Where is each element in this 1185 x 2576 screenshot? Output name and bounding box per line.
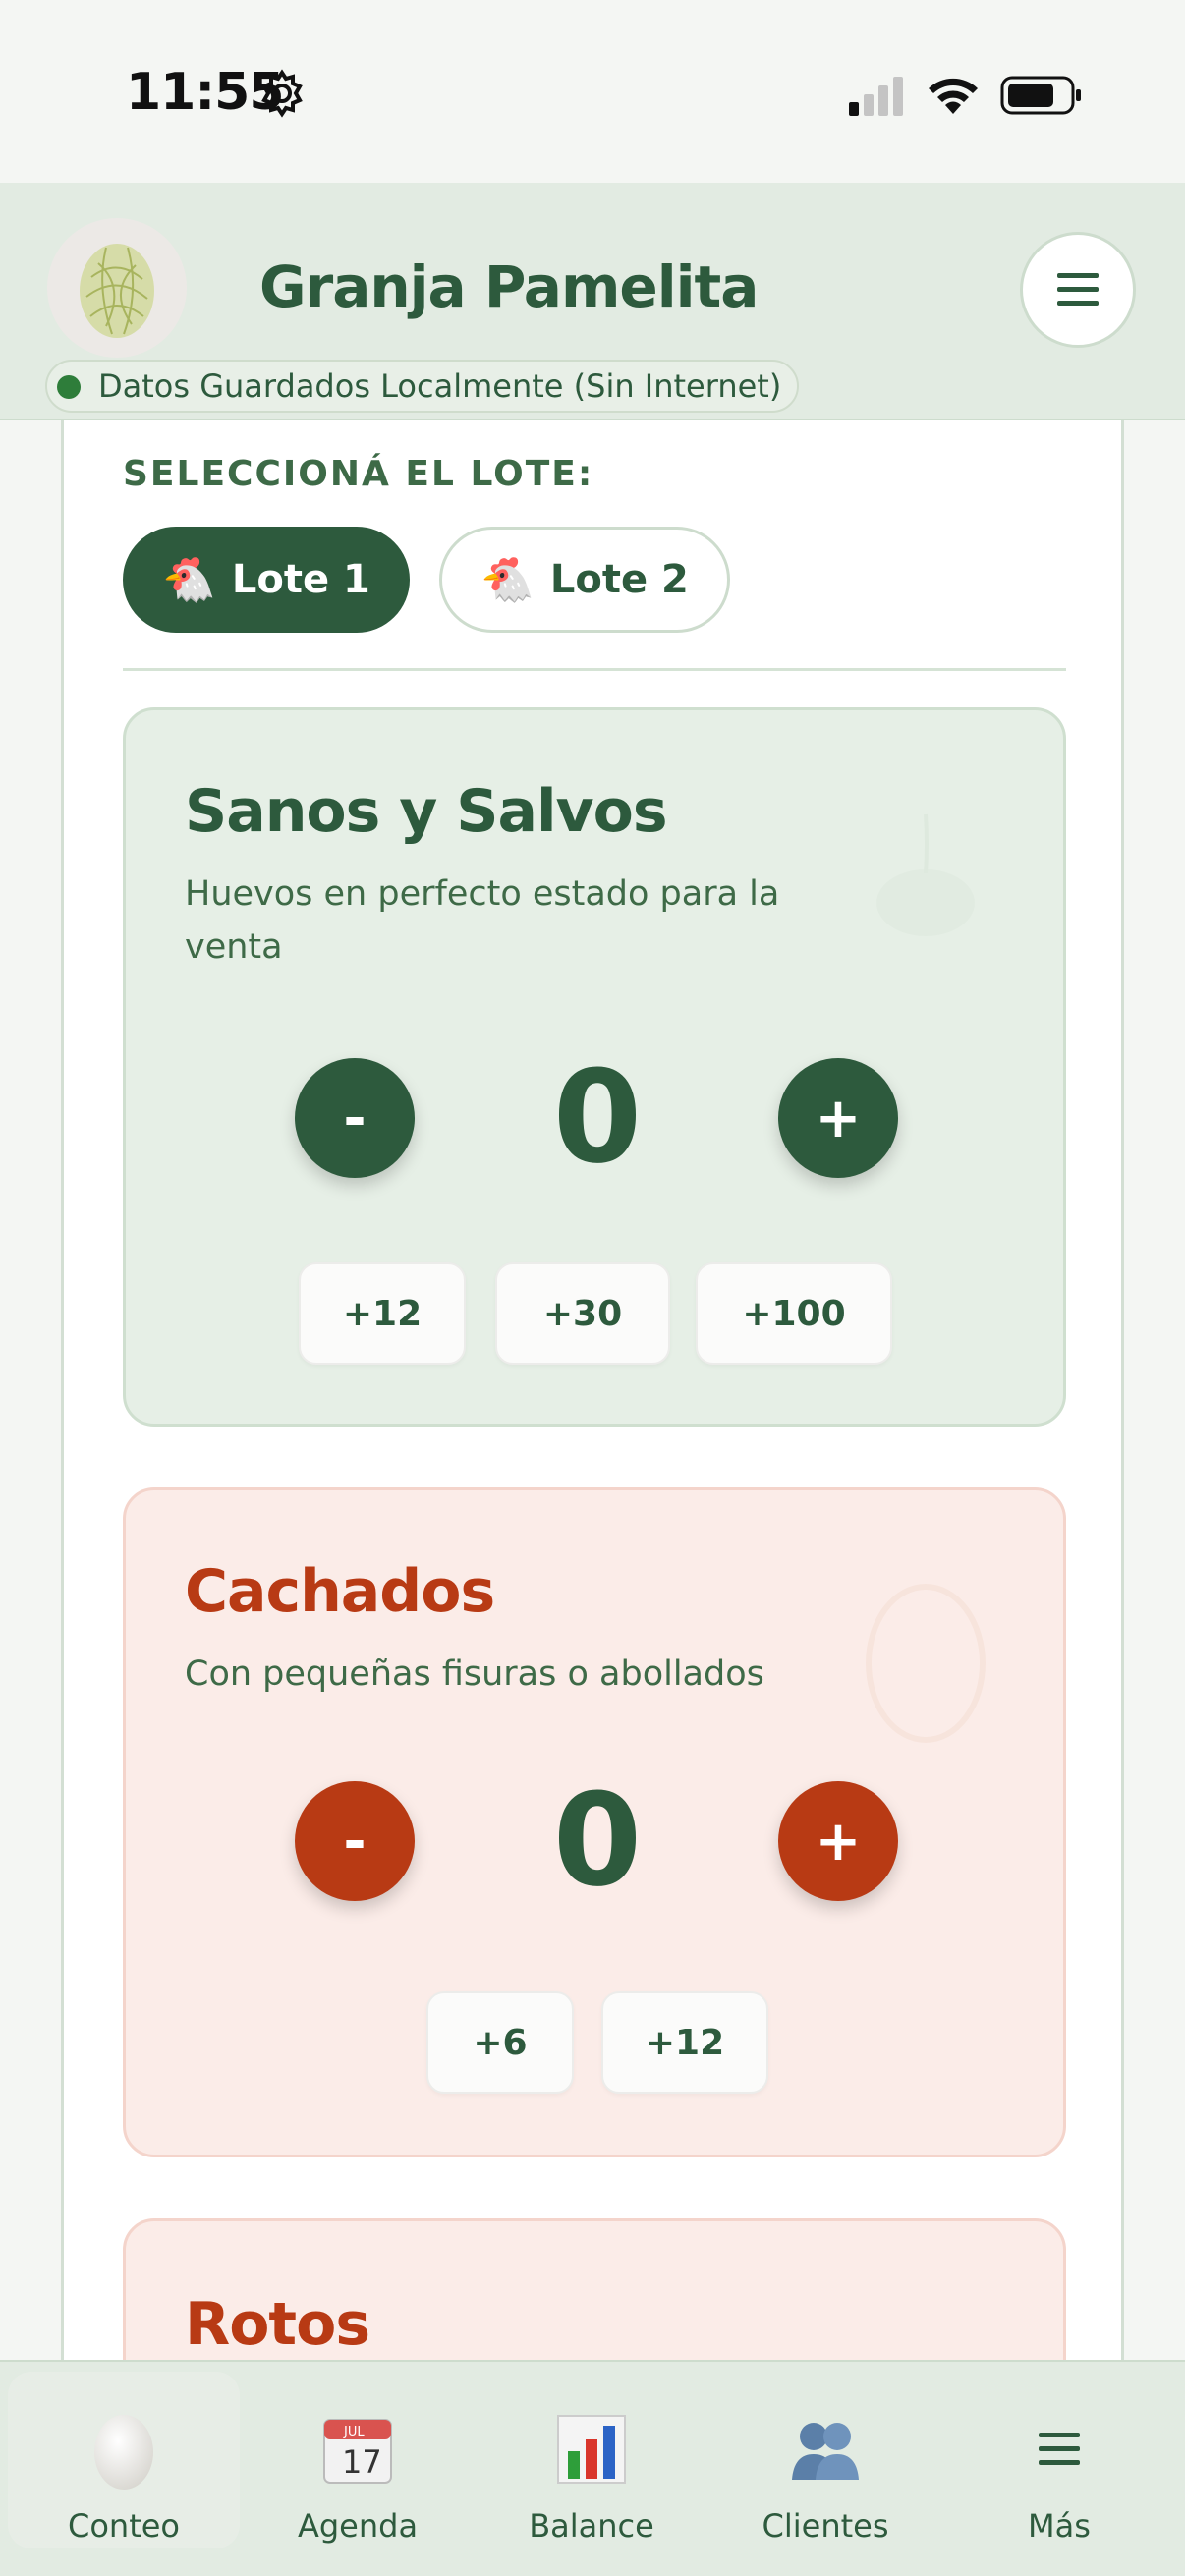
- lote-2-label: Lote 2: [549, 557, 689, 602]
- nav-item-conteo[interactable]: Conteo: [8, 2372, 240, 2548]
- category-cachados-card: Cachados Con pequeñas fisuras o abollado…: [123, 1487, 1066, 2157]
- cachados-counter: 0: [552, 1765, 643, 1915]
- sanos-quick-add-12[interactable]: +12: [299, 1262, 466, 1365]
- status-dot-icon: [57, 375, 81, 399]
- calendar-icon: JUL 17: [323, 2419, 392, 2484]
- lote-heading: SELECCIONÁ EL LOTE:: [123, 454, 594, 494]
- lote-2-button[interactable]: 🐔 Lote 2: [439, 527, 730, 633]
- cracked-egg-decoration-icon: [866, 1584, 986, 1743]
- cachados-plus-button[interactable]: +: [778, 1781, 898, 1901]
- status-bar: 11:55: [0, 0, 1185, 183]
- nav-item-mas[interactable]: Más: [943, 2372, 1175, 2548]
- nav-label: Balance: [529, 2507, 654, 2545]
- app-header: Granja Pamelita Datos Guardados Localmen…: [0, 183, 1185, 420]
- category-title: Sanos y Salvos: [185, 777, 668, 846]
- people-icon: [792, 2423, 859, 2480]
- sanos-minus-button[interactable]: -: [295, 1058, 415, 1178]
- lote-1-button[interactable]: 🐔 Lote 1: [123, 527, 410, 633]
- cachados-quick-add-6[interactable]: +6: [426, 1991, 574, 2094]
- chicken-icon: 🐔: [480, 555, 535, 605]
- nav-item-agenda[interactable]: JUL 17 Agenda: [242, 2372, 474, 2548]
- hamburger-icon: [1057, 273, 1099, 306]
- cellular-signal-icon: [849, 77, 903, 116]
- offline-status-badge: Datos Guardados Localmente (Sin Internet…: [45, 360, 800, 413]
- main-content: SELECCIONÁ EL LOTE: 🐔 Lote 1 🐔 Lote 2 Sa…: [61, 420, 1124, 2454]
- sanos-quick-add-30[interactable]: +30: [495, 1262, 670, 1365]
- bar-chart-icon: [557, 2415, 626, 2484]
- nav-label: Clientes: [762, 2507, 889, 2545]
- calendar-month: JUL: [343, 2425, 365, 2439]
- gear-status-icon: [261, 69, 303, 118]
- nav-label: Conteo: [67, 2507, 180, 2545]
- calendar-day: 17: [342, 2443, 382, 2481]
- category-title: Cachados: [185, 1557, 495, 1626]
- wifi-icon: [929, 78, 978, 114]
- bottom-nav: Conteo JUL 17 Agenda Balance Clientes Má…: [0, 2360, 1185, 2576]
- menu-button[interactable]: [1020, 232, 1136, 348]
- category-sanos-card: Sanos y Salvos Huevos en perfecto estado…: [123, 707, 1066, 1427]
- offline-status-text: Datos Guardados Localmente (Sin Internet…: [98, 367, 782, 405]
- nest-decoration-icon: [876, 813, 975, 936]
- battery-icon: [1000, 76, 1081, 115]
- divider: [123, 668, 1066, 671]
- sanos-plus-button[interactable]: +: [778, 1058, 898, 1178]
- nav-item-balance[interactable]: Balance: [476, 2372, 707, 2548]
- app-title: Granja Pamelita: [259, 253, 759, 320]
- cachados-quick-add-12[interactable]: +12: [601, 1991, 768, 2094]
- sanos-quick-add-100[interactable]: +100: [696, 1262, 892, 1365]
- category-title: Rotos: [185, 2290, 370, 2359]
- chicken-icon: 🐔: [162, 555, 216, 605]
- category-description: Huevos en perfecto estado para la venta: [185, 874, 780, 967]
- egg-icon: [94, 2415, 153, 2490]
- nav-item-clientes[interactable]: Clientes: [709, 2372, 941, 2548]
- cachados-minus-button[interactable]: -: [295, 1781, 415, 1901]
- category-description: Con pequeñas fisuras o abollados: [185, 1654, 764, 1694]
- egg-logo-icon: [47, 218, 187, 358]
- hamburger-icon: [1039, 2433, 1080, 2465]
- lote-1-label: Lote 1: [231, 557, 370, 602]
- nav-label: Más: [1028, 2507, 1091, 2545]
- sanos-counter: 0: [552, 1042, 643, 1192]
- nav-label: Agenda: [297, 2507, 419, 2545]
